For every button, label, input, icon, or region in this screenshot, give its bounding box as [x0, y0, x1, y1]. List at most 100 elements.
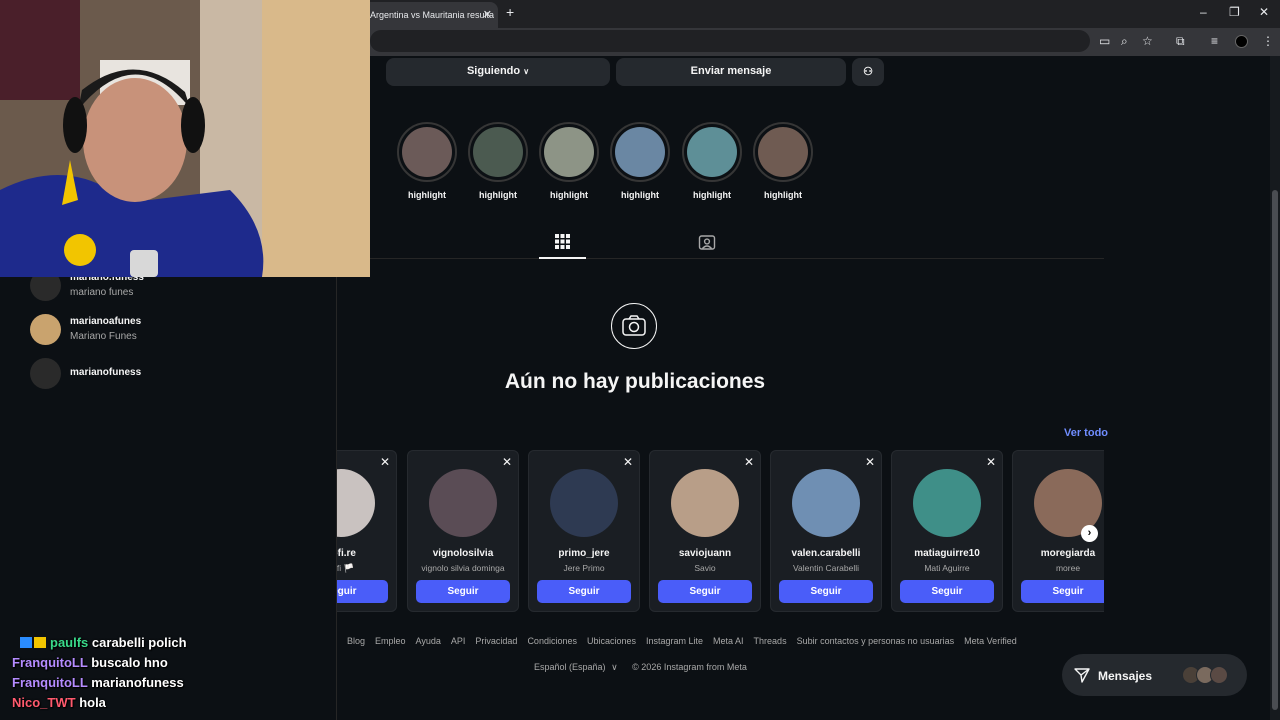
empty-state-title: Aún no hay publicaciones — [504, 370, 766, 393]
messages-pill[interactable]: Mensajes — [1062, 654, 1247, 696]
follow-button[interactable]: Seguir — [337, 580, 388, 603]
avatar[interactable] — [671, 469, 739, 537]
footer-link[interactable]: Blog — [347, 636, 365, 646]
avatar — [30, 358, 61, 389]
bookmark-star-icon[interactable]: ☆ — [1142, 34, 1153, 48]
footer-link[interactable]: Meta Verified — [964, 636, 1017, 646]
tagged-icon[interactable] — [698, 233, 716, 251]
footer-link[interactable]: Privacidad — [475, 636, 517, 646]
send-icon — [1074, 668, 1090, 683]
tabs-divider — [370, 258, 1104, 259]
highlight-label: highlight — [550, 190, 588, 200]
avatar — [30, 314, 61, 345]
grid-icon[interactable] — [555, 234, 570, 249]
suggestion-fullname: moree — [1055, 563, 1081, 573]
chat-username: paulfs — [50, 635, 89, 650]
following-button[interactable]: Siguiendo ∨ — [386, 58, 610, 86]
dismiss-icon[interactable]: ✕ — [502, 455, 512, 469]
avatar[interactable] — [792, 469, 860, 537]
suggestion-username[interactable]: primo_jere — [529, 548, 639, 559]
avatar[interactable] — [913, 469, 981, 537]
address-bar[interactable] — [370, 30, 1090, 52]
highlight-image — [687, 127, 737, 177]
suggestion-card: ✕ vignolosilvia vignolo silvia dominga Segu… — [407, 450, 519, 612]
dismiss-icon[interactable]: ✕ — [380, 455, 390, 469]
copyright: © 2026 Instagram from Meta — [632, 662, 747, 672]
new-tab-icon[interactable]: + — [506, 4, 514, 20]
highlight-image — [473, 127, 523, 177]
profile-avatar[interactable] — [1235, 35, 1248, 48]
avatar[interactable] — [337, 469, 375, 537]
highlight-item[interactable]: highlight — [753, 122, 813, 200]
highlight-item[interactable]: highlight — [682, 122, 742, 200]
send-message-button[interactable]: Enviar mensaje — [616, 58, 846, 86]
suggestion-username[interactable]: saviojuann — [650, 548, 760, 559]
suggestion-card: ✕ sofi.re sofi 🏳️ Seguir — [337, 450, 397, 612]
suggestion-username[interactable]: vignolosilvia — [408, 548, 518, 559]
suggestion-username[interactable]: moregiarda — [1013, 548, 1104, 559]
suggestion-carousel: ✕ sofi.re sofi 🏳️ Seguir ✕ vignolosilvia vigno… — [337, 450, 1104, 613]
minimize-icon[interactable]: – — [1200, 5, 1207, 19]
avatar[interactable] — [429, 469, 497, 537]
footer-link[interactable]: API — [451, 636, 466, 646]
footer-link[interactable]: Threads — [754, 636, 787, 646]
scrollbar-thumb[interactable] — [1272, 190, 1278, 710]
chat-username: FranquitoLL — [12, 675, 88, 690]
restore-icon[interactable]: ❐ — [1229, 5, 1240, 19]
highlight-item[interactable]: highlight — [468, 122, 528, 200]
highlight-item[interactable]: highlight — [397, 122, 457, 200]
suggestion-username[interactable]: matiaguirre10 — [892, 548, 1002, 559]
highlight-image — [402, 127, 452, 177]
suggestion-card: ✕ valen.carabelli Valentin Carabelli Seguir — [770, 450, 882, 612]
chevron-down-icon[interactable]: ∨ — [611, 662, 618, 672]
menu-dots-icon[interactable]: ⋮ — [1262, 34, 1274, 48]
highlight-ring — [468, 122, 528, 182]
carousel-next-icon[interactable]: › — [1081, 525, 1098, 542]
highlight-label: highlight — [621, 190, 659, 200]
avatar[interactable] — [550, 469, 618, 537]
browser-tab[interactable]: Argentina vs Mauritania resulta ✕ — [362, 2, 498, 28]
footer-link[interactable]: Empleo — [375, 636, 406, 646]
chat-text: hola — [79, 695, 106, 710]
chat-text: buscalo hno — [91, 655, 168, 670]
dismiss-icon[interactable]: ✕ — [865, 455, 875, 469]
dismiss-icon[interactable]: ✕ — [986, 455, 996, 469]
dismiss-icon[interactable]: ✕ — [744, 455, 754, 469]
follow-button[interactable]: Seguir — [1021, 580, 1104, 603]
chat-message: paulfs carabelli polich — [20, 635, 187, 650]
suggestion-username[interactable]: sofi.re — [337, 548, 396, 559]
cast-icon[interactable]: ▭ — [1099, 34, 1110, 48]
close-window-icon[interactable]: ✕ — [1259, 5, 1269, 19]
highlight-item[interactable]: highlight — [539, 122, 599, 200]
suggestion-fullname: Valentin Carabelli — [793, 563, 859, 573]
suggest-people-button[interactable]: ⚇ — [852, 58, 884, 86]
search-result-item[interactable]: marianoafunes Mariano Funes — [30, 314, 310, 346]
footer-link[interactable]: Ubicaciones — [587, 636, 636, 646]
footer-link[interactable]: Ayuda — [416, 636, 441, 646]
footer-link[interactable]: Meta AI — [713, 636, 744, 646]
see-all-link[interactable]: Ver todo — [1064, 427, 1108, 439]
dismiss-icon[interactable]: ✕ — [623, 455, 633, 469]
footer-link[interactable]: Subir contactos y personas no usuarias — [797, 636, 955, 646]
search-result-item[interactable]: marianofuness — [30, 358, 310, 390]
follow-button[interactable]: Seguir — [658, 580, 752, 603]
follow-button[interactable]: Seguir — [416, 580, 510, 603]
tab-close-icon[interactable]: ✕ — [483, 8, 492, 21]
zoom-icon[interactable]: ⌕ — [1121, 34, 1128, 49]
suggestion-username[interactable]: valen.carabelli — [771, 548, 881, 559]
footer-link[interactable]: Condiciones — [527, 636, 577, 646]
follow-button[interactable]: Seguir — [537, 580, 631, 603]
footer-links: Blog Empleo Ayuda API Privacidad Condiciones U… — [347, 636, 1027, 646]
follow-button[interactable]: Seguir — [779, 580, 873, 603]
footer-link[interactable]: Instagram Lite — [646, 636, 703, 646]
chat-username: Nico_TWT — [12, 695, 76, 710]
suggestion-fullname: Mati Aguirre — [924, 563, 970, 573]
highlight-label: highlight — [408, 190, 446, 200]
language-selector[interactable]: Español (España) — [534, 662, 606, 672]
chat-text: marianofuness — [91, 675, 184, 690]
media-icon[interactable]: ≡ — [1211, 34, 1218, 48]
result-fullname: Mariano Funes — [70, 331, 137, 342]
highlight-item[interactable]: highlight — [610, 122, 670, 200]
extensions-icon[interactable]: ⧉ — [1176, 34, 1185, 49]
follow-button[interactable]: Seguir — [900, 580, 994, 603]
